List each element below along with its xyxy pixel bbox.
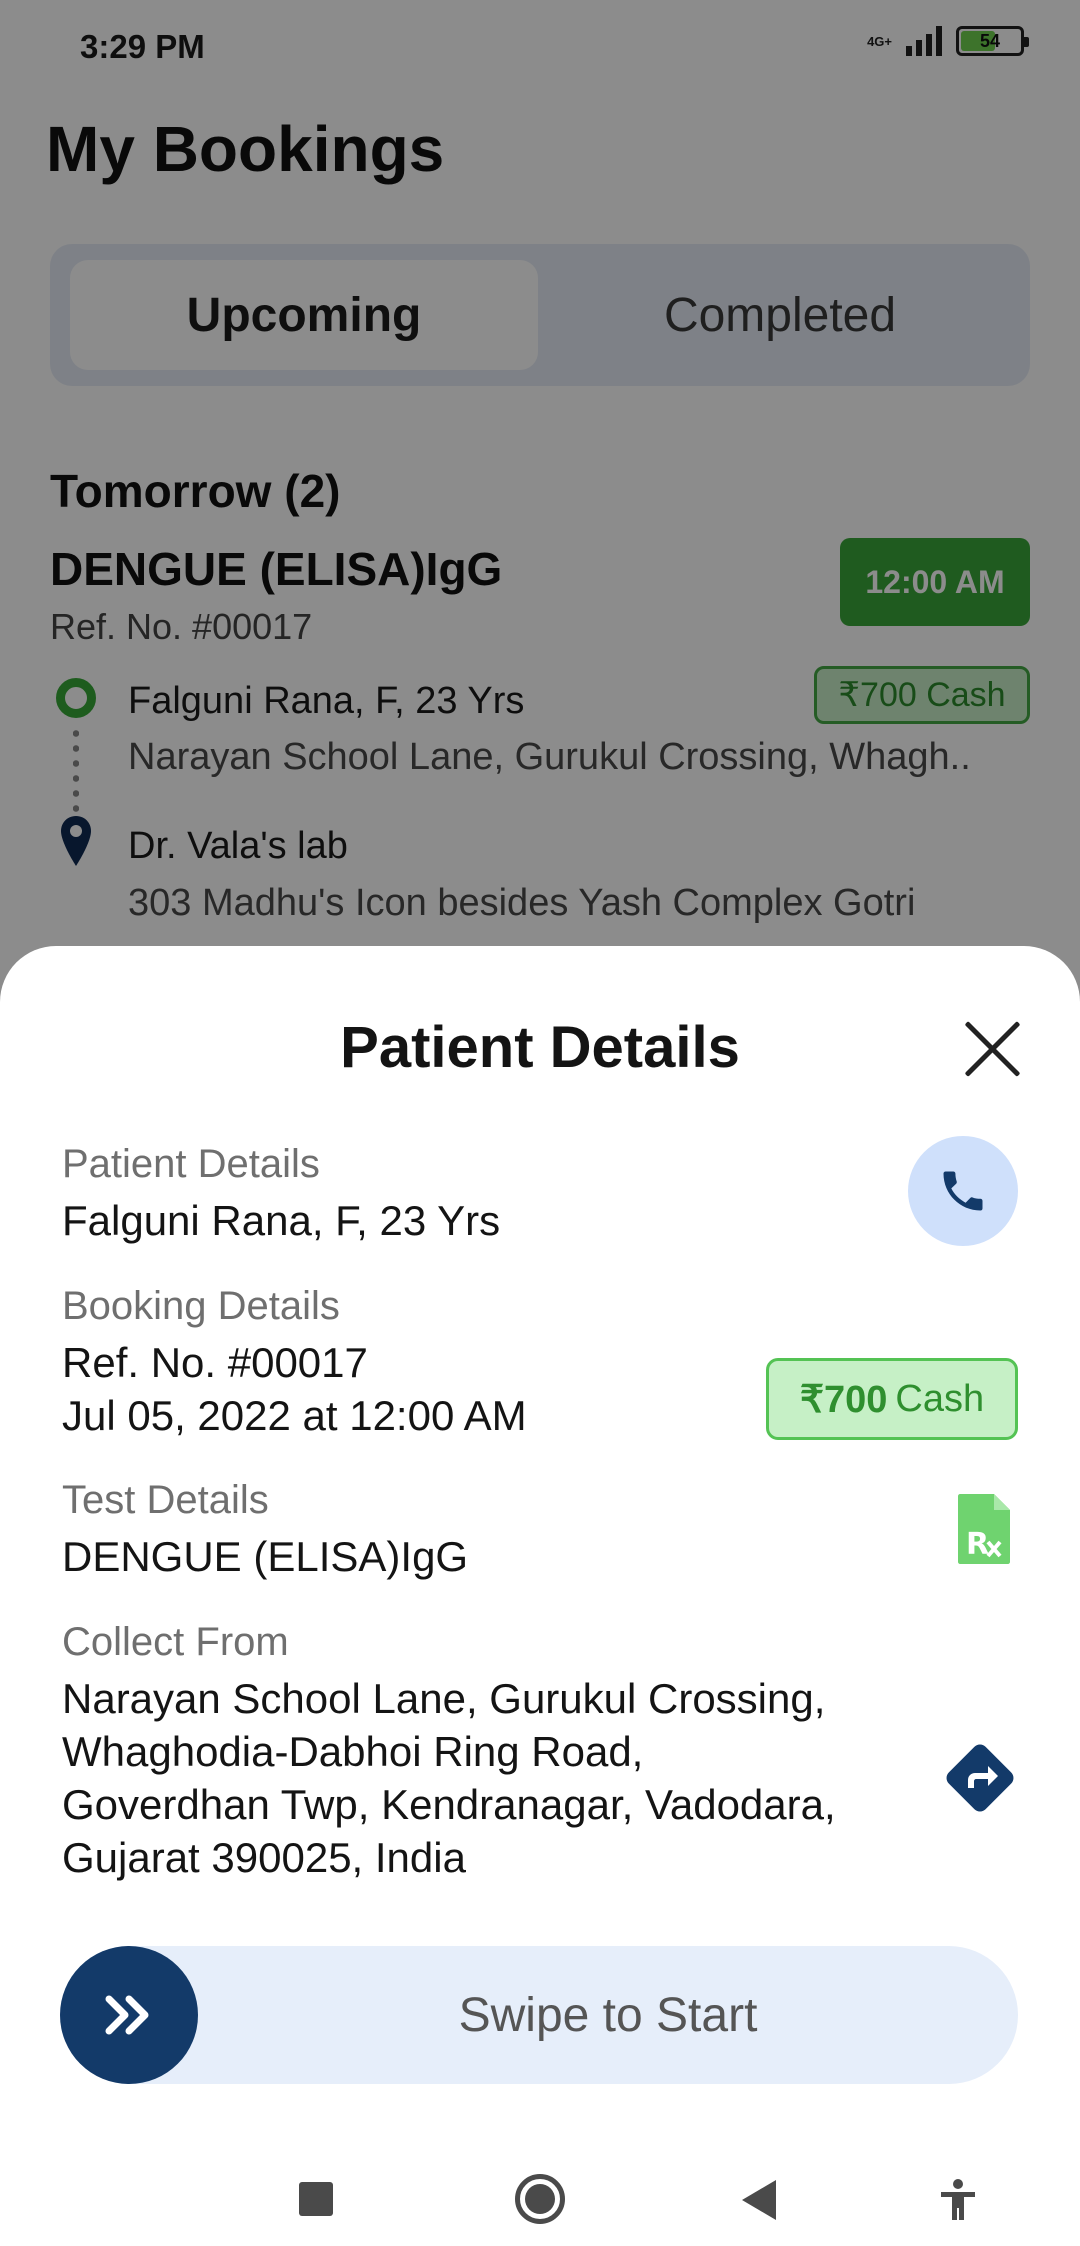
phone-icon [943,1171,983,1211]
close-icon[interactable] [962,1018,1024,1080]
accessibility-icon[interactable] [938,2178,978,2222]
collect-address-line-3: Goverdhan Twp, Kendranagar, Vadodara, [62,1781,836,1828]
payment-badge: ₹700 Cash [766,1358,1018,1440]
test-details-label: Test Details [62,1478,269,1522]
prescription-icon[interactable]: R [956,1492,1012,1566]
collect-address-line-4: Gujarat 390025, India [62,1834,466,1881]
swipe-to-start-slider[interactable]: Swipe to Start [60,1946,1018,2084]
home-icon[interactable] [515,2174,565,2224]
collect-address-line-1: Narayan School Lane, Gurukul Crossing, [62,1675,826,1722]
recents-icon[interactable] [299,2182,333,2216]
call-button[interactable] [908,1136,1018,1246]
collect-address-line-2: Whaghodia-Dabhoi Ring Road, [62,1728,644,1775]
svg-text:R: R [966,1527,989,1562]
collect-from-label: Collect From [62,1620,289,1664]
patient-details-sheet: Patient Details Patient Details Falguni … [0,946,1080,2246]
payment-amount: ₹700 [799,1378,888,1421]
patient-details-label: Patient Details [62,1142,320,1186]
test-details-value: DENGUE (ELISA)IgG [62,1533,469,1580]
system-nav-bar [0,2142,1080,2246]
directions-icon[interactable] [940,1738,1020,1818]
swipe-handle[interactable] [60,1946,198,2084]
booking-details-label: Booking Details [62,1284,340,1328]
sheet-title: Patient Details [340,1015,740,1080]
patient-details-value: Falguni Rana, F, 23 Yrs [62,1197,501,1244]
booking-ref-value: Ref. No. #00017 [62,1339,368,1386]
swipe-label: Swipe to Start [458,1988,758,2042]
booking-datetime-value: Jul 05, 2022 at 12:00 AM [62,1392,527,1439]
double-chevron-right-icon [105,1995,149,2035]
back-icon[interactable] [742,2180,776,2220]
payment-method: Cash [895,1377,985,1420]
